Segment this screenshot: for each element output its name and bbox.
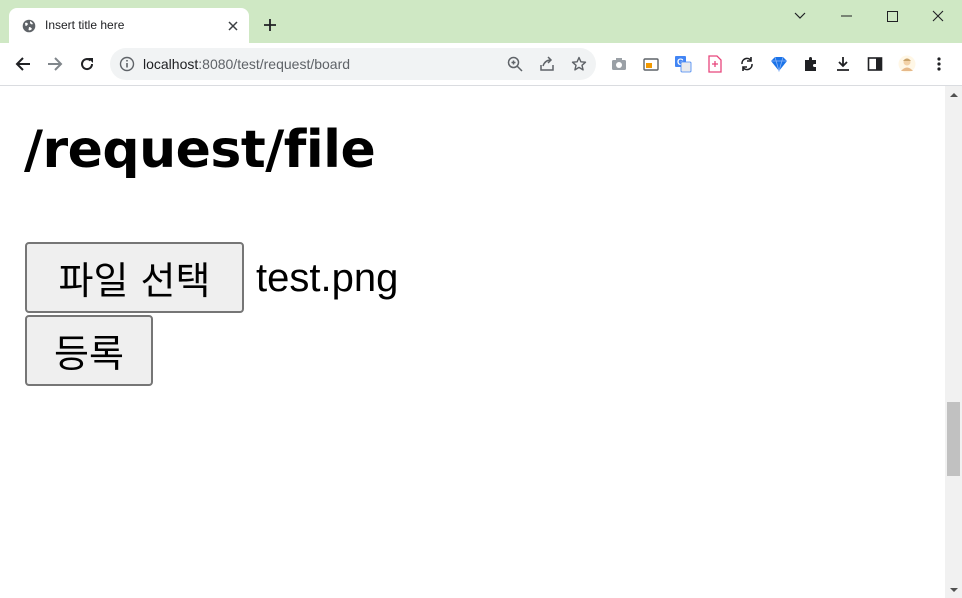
star-icon[interactable] bbox=[570, 55, 588, 73]
close-icon[interactable] bbox=[225, 18, 241, 34]
sidepanel-icon[interactable] bbox=[866, 55, 884, 73]
browser-toolbar: localhost:8080/test/request/board G bbox=[0, 43, 962, 86]
sync-icon[interactable] bbox=[738, 55, 756, 73]
submit-button[interactable]: 등록 bbox=[25, 315, 153, 386]
globe-icon bbox=[22, 19, 36, 33]
close-icon[interactable] bbox=[928, 6, 948, 26]
download-icon[interactable] bbox=[834, 55, 852, 73]
diamond-icon[interactable] bbox=[770, 55, 788, 73]
tab-active[interactable]: Insert title here bbox=[9, 8, 249, 43]
back-icon[interactable] bbox=[12, 53, 34, 75]
chevron-down-icon[interactable] bbox=[790, 6, 810, 26]
reload-icon[interactable] bbox=[76, 53, 98, 75]
pdf-icon[interactable] bbox=[706, 55, 724, 73]
scroll-up-icon[interactable] bbox=[945, 86, 962, 103]
url-host: localhost bbox=[143, 56, 199, 72]
tab-title: Insert title here bbox=[45, 18, 125, 32]
page-content: /request/file 파일 선택 test.png 등록 bbox=[0, 86, 945, 598]
scroll-thumb[interactable] bbox=[947, 402, 960, 476]
address-bar[interactable]: localhost:8080/test/request/board bbox=[110, 48, 596, 80]
tab-strip: Insert title here bbox=[0, 0, 962, 43]
translate-icon[interactable]: G bbox=[674, 55, 692, 73]
scroll-down-icon[interactable] bbox=[945, 581, 962, 598]
plus-icon[interactable] bbox=[260, 15, 280, 35]
puzzle-icon[interactable] bbox=[802, 55, 820, 73]
maximize-icon[interactable] bbox=[882, 6, 902, 26]
file-select-button[interactable]: 파일 선택 bbox=[25, 242, 244, 313]
zoom-icon[interactable] bbox=[506, 55, 524, 73]
camera-icon[interactable] bbox=[610, 55, 628, 73]
info-icon[interactable] bbox=[119, 56, 135, 72]
share-icon[interactable] bbox=[538, 55, 556, 73]
kebab-menu-icon[interactable] bbox=[930, 55, 948, 73]
screen-capture-icon[interactable] bbox=[642, 55, 660, 73]
url-text[interactable]: localhost:8080/test/request/board bbox=[143, 56, 350, 72]
avatar-icon[interactable] bbox=[898, 55, 916, 73]
vertical-scrollbar[interactable] bbox=[945, 86, 962, 598]
selected-file-name: test.png bbox=[256, 256, 399, 300]
url-path: :8080/test/request/board bbox=[198, 56, 351, 72]
forward-icon[interactable] bbox=[44, 53, 66, 75]
minimize-icon[interactable] bbox=[836, 6, 856, 26]
page-title: /request/file bbox=[24, 120, 376, 180]
